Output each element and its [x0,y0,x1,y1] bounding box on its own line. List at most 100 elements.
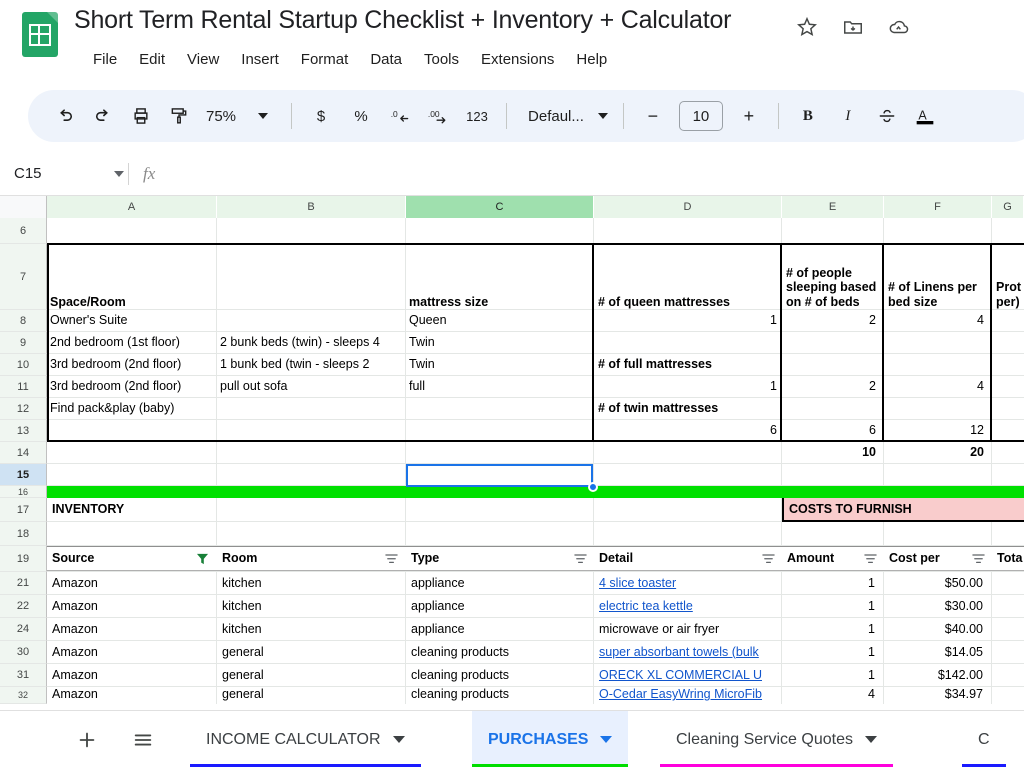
document-title[interactable]: Short Term Rental Startup Checklist + In… [74,6,731,35]
row-header-16[interactable]: 16 [0,486,47,498]
zoom-level[interactable]: 75% [198,97,244,135]
cell-f8[interactable]: 4 [885,310,987,331]
cell-type-32[interactable]: cleaning products [408,687,588,704]
inventory-header-type[interactable]: Type [408,547,558,570]
cell-a7[interactable]: Space/Room [47,244,215,309]
cell-detail-31[interactable]: ORECK XL COMMERCIAL U [596,664,781,686]
cell-f14[interactable]: 20 [885,442,987,463]
cell-detail-21[interactable]: 4 slice toaster [596,572,776,594]
column-header-f[interactable]: F [884,196,992,218]
cell-c7[interactable]: mattress size [406,244,592,309]
cell-room-22[interactable]: kitchen [219,595,399,617]
row-header-14[interactable]: 14 [0,442,47,464]
italic-button[interactable]: I [828,97,868,135]
chevron-down-icon[interactable] [392,736,405,743]
cell-e8[interactable]: 2 [783,310,879,331]
strikethrough-button[interactable] [868,97,906,135]
filter-icon-cost-per[interactable] [972,552,985,570]
star-icon[interactable] [795,15,819,39]
cell-cost-per-21[interactable]: $50.00 [886,572,986,594]
move-to-folder-icon[interactable] [841,15,865,39]
row-header-18[interactable]: 18 [0,522,47,546]
add-sheet-icon[interactable] [72,725,102,755]
cell-amount-31[interactable]: 1 [784,664,878,686]
cell-source-24[interactable]: Amazon [49,618,209,640]
cell-b10[interactable]: 1 bunk bed (twin - sleeps 2 [217,354,404,375]
cell-cost-per-32[interactable]: $34.97 [886,687,986,704]
cell-c10[interactable]: Twin [406,354,592,375]
cell-b9[interactable]: 2 bunk beds (twin) - sleeps 4 [217,332,404,353]
cell-d13[interactable]: 6 [595,420,780,441]
selected-cell-c15[interactable] [406,464,593,487]
menu-view[interactable]: View [176,48,230,71]
cell-c8[interactable]: Queen [406,310,592,331]
cell-a11[interactable]: 3rd bedroom (2nd floor) [47,376,215,397]
cell-room-30[interactable]: general [219,641,399,663]
cell-detail-30[interactable]: super absorbant towels (bulk [596,641,781,663]
cell-g7[interactable]: Prot per) [993,244,1024,309]
row-header-7[interactable]: 7 [0,244,47,310]
row-header-11[interactable]: 11 [0,376,47,398]
cell-e11[interactable]: 2 [783,376,879,397]
cell-detail-22[interactable]: electric tea kettle [596,595,776,617]
cell-detail-24[interactable]: microwave or air fryer [596,618,776,640]
cell-a9[interactable]: 2nd bedroom (1st floor) [47,332,215,353]
percent-format-button[interactable]: % [341,97,381,135]
cell-e14[interactable]: 10 [783,442,879,463]
cell-amount-24[interactable]: 1 [784,618,878,640]
cell-amount-22[interactable]: 1 [784,595,878,617]
cell-f7[interactable]: # of Linens per bed size [885,244,989,309]
sheet-tab-income-calculator[interactable]: INCOME CALCULATOR [190,711,421,767]
row-header-8[interactable]: 8 [0,310,47,332]
cell-b8[interactable] [217,310,404,331]
name-box[interactable]: C15 [14,161,124,187]
column-header-c[interactable]: C [406,196,594,218]
filter-icon-detail[interactable] [762,552,775,570]
cell-type-30[interactable]: cleaning products [408,641,588,663]
cell-c11[interactable]: full [406,376,592,397]
cell-type-24[interactable]: appliance [408,618,588,640]
font-size-input[interactable]: 10 [678,101,723,131]
cell-room-24[interactable]: kitchen [219,618,399,640]
cell-source-21[interactable]: Amazon [49,572,209,594]
cell-cost-per-24[interactable]: $40.00 [886,618,986,640]
row-header-24[interactable]: 24 [0,618,47,641]
google-sheets-icon[interactable] [22,12,58,57]
row-header-13[interactable]: 13 [0,420,47,442]
text-color-button[interactable]: A [906,97,944,135]
cell-cost-per-22[interactable]: $30.00 [886,595,986,617]
paint-format-icon[interactable] [160,97,198,135]
font-family-selector[interactable]: Defaul... [516,108,614,125]
menu-extensions[interactable]: Extensions [470,48,565,71]
cell-source-22[interactable]: Amazon [49,595,209,617]
menu-tools[interactable]: Tools [413,48,470,71]
inventory-header-amount[interactable]: Amount [784,547,854,570]
formula-input[interactable] [155,159,1024,188]
redo-icon[interactable] [84,97,122,135]
chevron-down-icon[interactable] [864,736,877,743]
cell-d12[interactable]: # of twin mattresses [595,398,780,419]
menu-data[interactable]: Data [359,48,413,71]
cell-cost-per-30[interactable]: $14.05 [886,641,986,663]
spreadsheet-grid[interactable]: A B C D E F G 6 7 8 9 10 11 12 13 14 15 … [0,196,1024,704]
cell-e7[interactable]: # of people sleeping based on # of beds [783,244,881,309]
row-header-21[interactable]: 21 [0,572,47,595]
row-header-22[interactable]: 22 [0,595,47,618]
cell-amount-30[interactable]: 1 [784,641,878,663]
decrease-decimal-icon[interactable]: .0 [381,97,419,135]
cell-d10[interactable]: # of full mattresses [595,354,780,375]
cell-a12[interactable]: Find pack&play (baby) [47,398,215,419]
row-header-17[interactable]: 17 [0,498,47,522]
cell-amount-21[interactable]: 1 [784,572,878,594]
cloud-saved-icon[interactable] [887,15,911,39]
cell-room-31[interactable]: general [219,664,399,686]
cell-source-31[interactable]: Amazon [49,664,209,686]
cell-f11[interactable]: 4 [885,376,987,397]
print-icon[interactable] [122,97,160,135]
cell-e13[interactable]: 6 [783,420,879,441]
row-header-31[interactable]: 31 [0,664,47,687]
cell-a17-inventory-label[interactable]: INVENTORY [49,498,215,521]
cell-a10[interactable]: 3rd bedroom (2nd floor) [47,354,215,375]
sheet-tab-cleaning-service-quotes[interactable]: Cleaning Service Quotes [660,711,893,767]
sheet-tab-partial[interactable]: C [962,711,1006,767]
